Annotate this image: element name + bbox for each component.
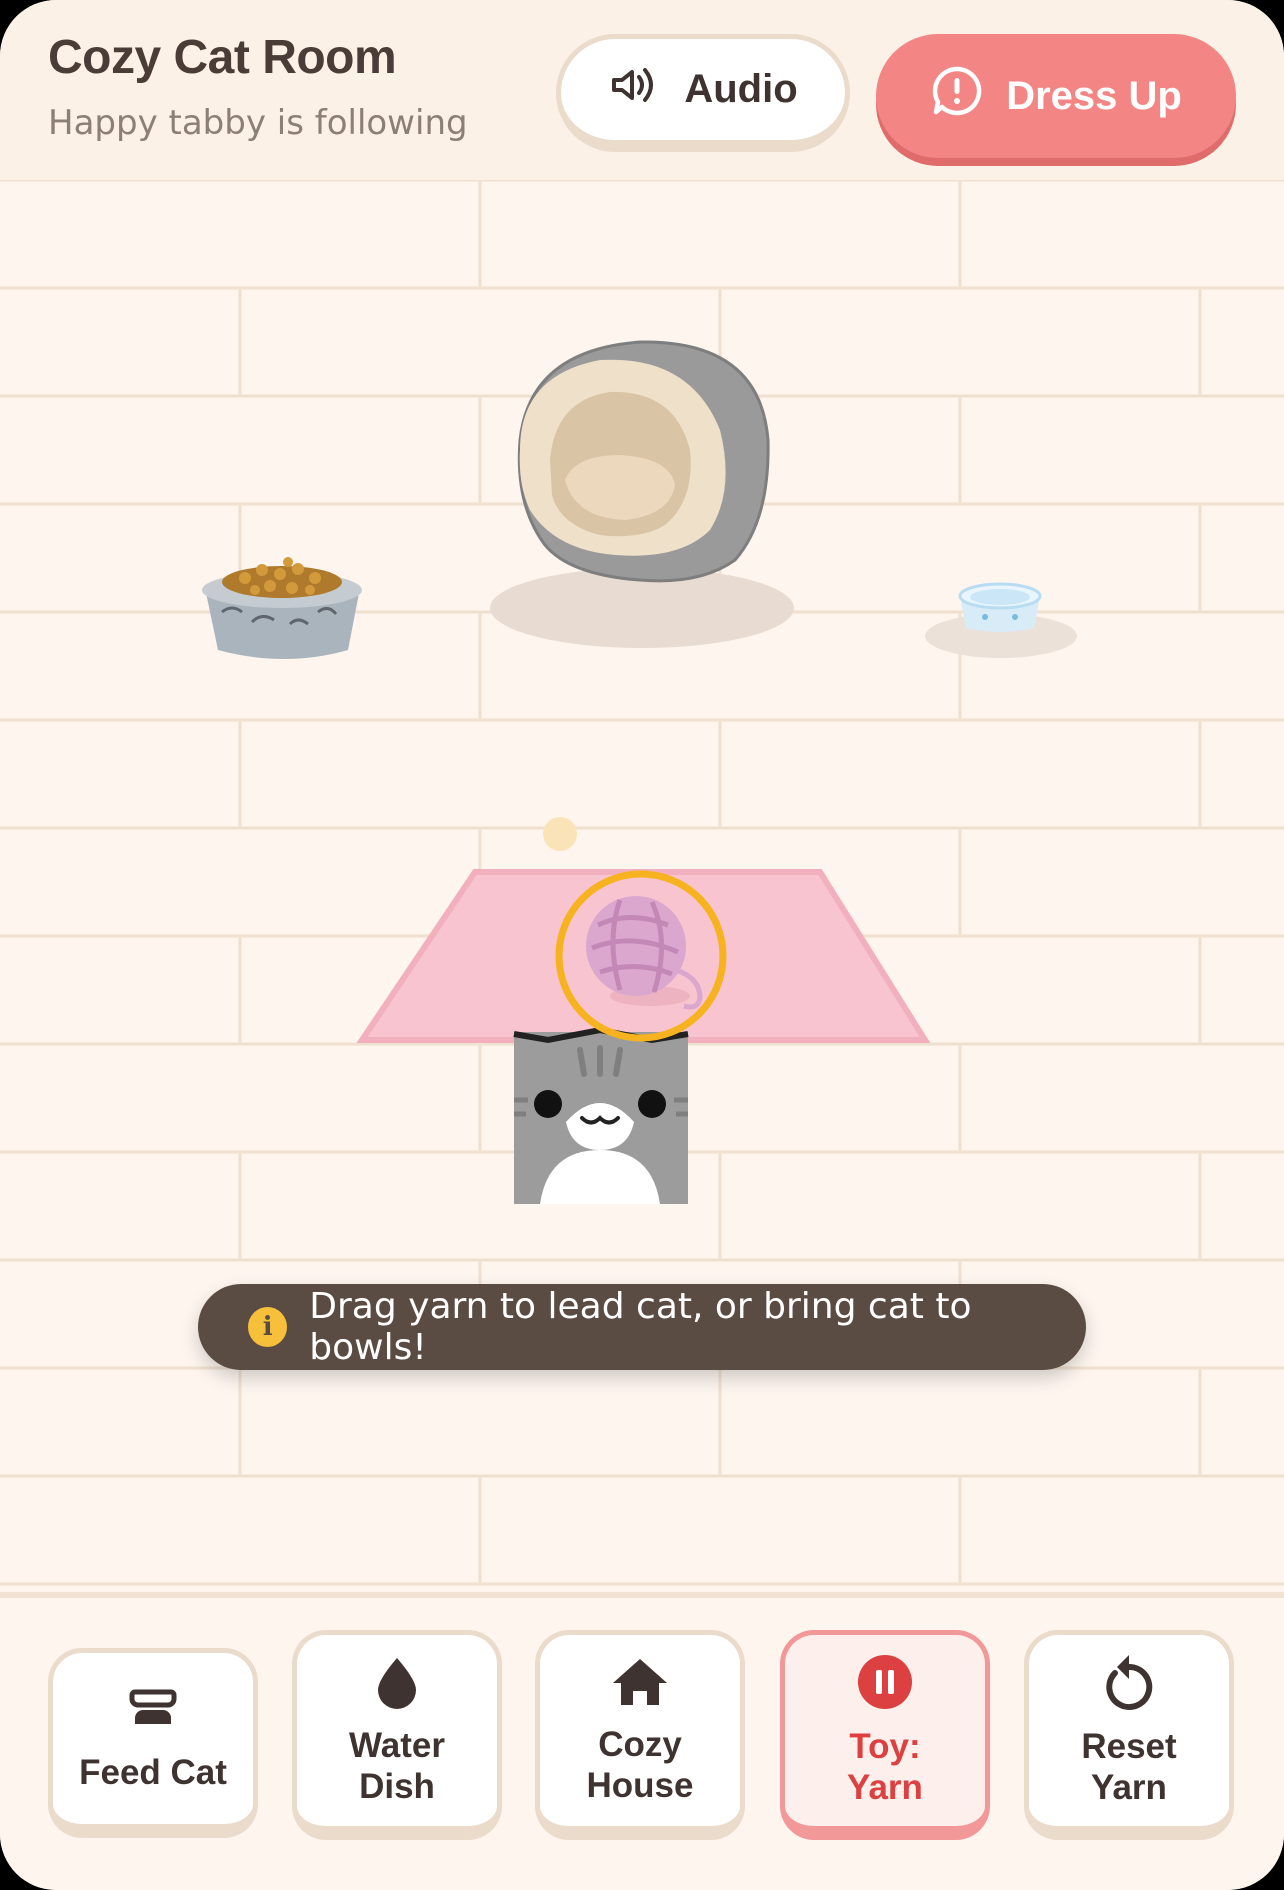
cozy-house-button[interactable]: Cozy House xyxy=(535,1630,745,1840)
water-dish-label: Water Dish xyxy=(349,1725,445,1807)
info-icon: i xyxy=(248,1307,288,1347)
cat[interactable] xyxy=(513,1026,689,1204)
house-icon xyxy=(611,1655,669,1718)
food-bowl[interactable] xyxy=(202,557,362,659)
water-bowl[interactable] xyxy=(925,582,1077,658)
water-dish-button[interactable]: Water Dish xyxy=(292,1630,502,1840)
hint-text: Drag yarn to lead cat, or bring cat to b… xyxy=(309,1286,972,1368)
reset-icon xyxy=(1101,1653,1157,1720)
food-bowl-icon xyxy=(125,1684,181,1745)
reset-yarn-button[interactable]: Reset Yarn xyxy=(1024,1630,1234,1840)
cozy-house-label: Cozy House xyxy=(586,1724,694,1806)
cat-bed[interactable] xyxy=(490,340,794,648)
app-frame: Cozy Cat Room Happy tabby is following A… xyxy=(0,0,1284,1890)
hint-toast: i Drag yarn to lead cat, or bring cat to… xyxy=(198,1284,1086,1370)
feed-cat-button[interactable]: Feed Cat xyxy=(48,1648,258,1838)
toy-yarn-button[interactable]: Toy: Yarn xyxy=(780,1630,990,1840)
toy-yarn-label: Toy: Yarn xyxy=(847,1726,923,1808)
feed-cat-label: Feed Cat xyxy=(79,1752,227,1792)
pause-icon xyxy=(856,1653,914,1720)
water-drop-icon xyxy=(372,1654,422,1719)
sparkle-dot xyxy=(543,817,577,851)
reset-yarn-label: Reset Yarn xyxy=(1081,1726,1177,1808)
